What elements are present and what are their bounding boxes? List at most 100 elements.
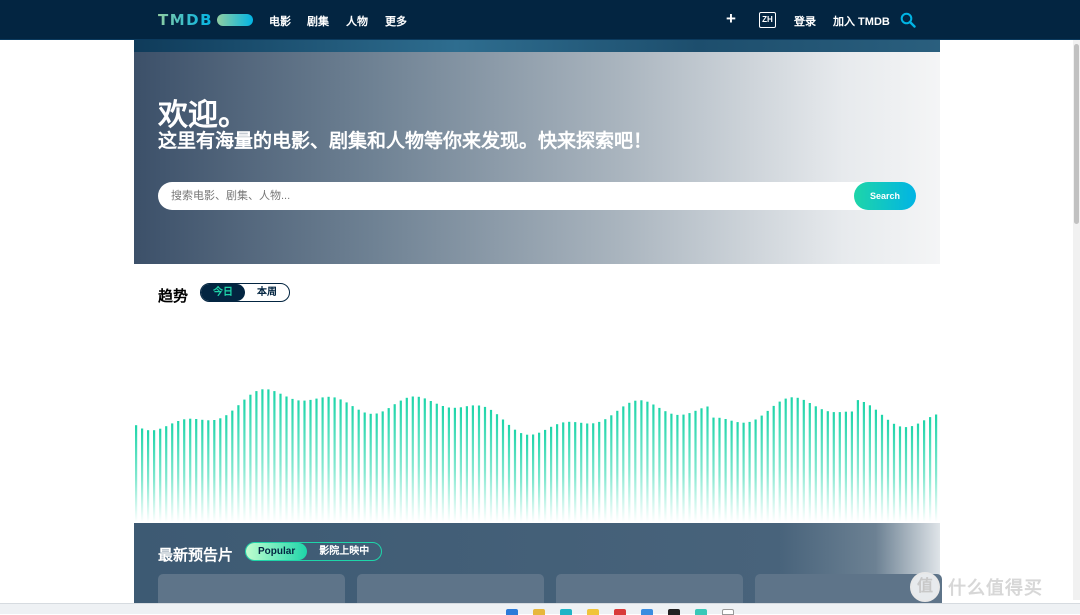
tab-popular[interactable]: Popular xyxy=(246,543,308,560)
wave-bar xyxy=(393,404,396,522)
scrollbar-thumb[interactable] xyxy=(1074,44,1079,224)
wave-bar xyxy=(495,414,499,522)
wave-bar xyxy=(736,422,739,522)
wave-bar xyxy=(580,422,583,522)
wave-bar xyxy=(929,417,932,522)
wave-bar xyxy=(832,412,835,522)
wave-bar xyxy=(754,419,757,522)
wave-bar xyxy=(465,406,468,522)
os-taskbar xyxy=(0,603,1080,615)
wave-bar xyxy=(616,410,619,522)
wave-bar xyxy=(153,430,156,522)
login-link[interactable]: 登录 xyxy=(794,13,816,29)
wave-bar xyxy=(622,406,625,522)
wave-bar xyxy=(742,422,745,522)
wave-bar xyxy=(670,413,673,522)
app-icon[interactable] xyxy=(695,609,707,615)
wave-bar xyxy=(688,413,691,522)
wave-bar xyxy=(243,399,246,522)
wave-bar xyxy=(712,417,715,522)
watermark-text: 什么值得买 xyxy=(948,578,1043,598)
watermark: 值 什么值得买 xyxy=(910,572,1043,602)
watermark-logo: 值 xyxy=(910,572,940,602)
join-link[interactable]: 加入 TMDB xyxy=(833,13,890,29)
wave-bar xyxy=(171,423,174,522)
tab-in-theaters[interactable]: 影院上映中 xyxy=(307,543,381,560)
wave-bar xyxy=(748,421,751,522)
wave-bar xyxy=(604,419,607,522)
wave-bar xyxy=(910,426,914,522)
tab-this-week[interactable]: 本周 xyxy=(245,284,289,301)
wave-bar xyxy=(315,398,318,522)
plus-icon[interactable]: + xyxy=(726,9,736,29)
wave-bar xyxy=(177,421,180,522)
wave-bar xyxy=(916,423,920,522)
search-input[interactable] xyxy=(158,182,858,210)
tmdb-logo[interactable]: TMDB xyxy=(158,11,254,29)
wave-bar xyxy=(435,403,438,522)
language-badge[interactable]: ZH xyxy=(759,12,776,28)
wave-bar xyxy=(489,409,493,522)
search-icon[interactable] xyxy=(900,12,916,28)
hero-backdrop-strip xyxy=(134,40,940,52)
wave-bar xyxy=(838,412,841,522)
wave-bar xyxy=(375,413,378,522)
wave-bar xyxy=(369,413,372,522)
wave-bar xyxy=(507,424,511,522)
wave-bar xyxy=(423,398,426,522)
app-icon[interactable] xyxy=(722,609,734,615)
wave-bar xyxy=(339,399,342,522)
wave-bar xyxy=(850,411,853,522)
logo-text: TMDB xyxy=(158,11,214,29)
tab-today[interactable]: 今日 xyxy=(201,284,245,301)
wave-bar xyxy=(501,419,505,522)
page-scrollbar[interactable] xyxy=(1073,40,1080,600)
nav-item-movies[interactable]: 电影 xyxy=(269,13,291,29)
nav-item-tv[interactable]: 剧集 xyxy=(307,13,329,29)
wave-bar xyxy=(898,426,902,522)
wave-bar xyxy=(868,405,871,522)
trailers-title: 最新预告片 xyxy=(158,547,234,564)
wave-bar xyxy=(471,405,474,522)
file-explorer-icon[interactable] xyxy=(533,609,545,615)
wave-bar xyxy=(562,422,565,522)
trending-toggle: 今日 本周 xyxy=(200,283,290,302)
wave-bar xyxy=(207,420,210,522)
wave-bar xyxy=(556,424,559,522)
wave-bar xyxy=(399,400,402,522)
wave-bar xyxy=(267,389,270,522)
wave-bar xyxy=(862,402,865,522)
latest-trailers-section: 最新预告片 Popular 影院上映中 xyxy=(134,523,942,614)
wave-bar xyxy=(520,433,523,522)
wave-bar xyxy=(550,426,553,522)
wave-bar xyxy=(532,434,535,522)
wave-bar xyxy=(189,418,192,522)
wave-bar xyxy=(646,401,649,522)
wave-bar xyxy=(778,401,781,522)
browser-icon[interactable] xyxy=(560,609,572,615)
trending-wave-background xyxy=(135,389,938,522)
wave-bar xyxy=(357,409,360,522)
wave-bar xyxy=(195,419,198,522)
wave-bar xyxy=(694,410,697,522)
wave-bar xyxy=(387,408,390,522)
wave-bar xyxy=(441,406,444,522)
hero-banner: 欢迎。 这里有海量的电影、剧集和人物等你来发现。快来探索吧！ Search xyxy=(134,52,940,264)
wave-bar xyxy=(640,400,643,522)
wave-bar xyxy=(405,397,408,522)
app-icon[interactable] xyxy=(641,609,653,615)
windows-start-icon[interactable] xyxy=(506,609,518,615)
wave-bar xyxy=(351,406,354,522)
folder-icon[interactable] xyxy=(587,609,599,615)
nav-item-more[interactable]: 更多 xyxy=(385,13,407,29)
wave-bar xyxy=(592,423,595,522)
wave-bar xyxy=(255,391,258,522)
search-button[interactable]: Search xyxy=(854,182,916,210)
wave-bar xyxy=(634,400,637,522)
wave-bar xyxy=(724,419,727,522)
app-icon[interactable] xyxy=(614,609,626,615)
nav-item-people[interactable]: 人物 xyxy=(346,13,368,29)
wave-bar xyxy=(183,419,186,522)
wave-bar xyxy=(526,434,529,522)
terminal-icon[interactable] xyxy=(668,609,680,615)
